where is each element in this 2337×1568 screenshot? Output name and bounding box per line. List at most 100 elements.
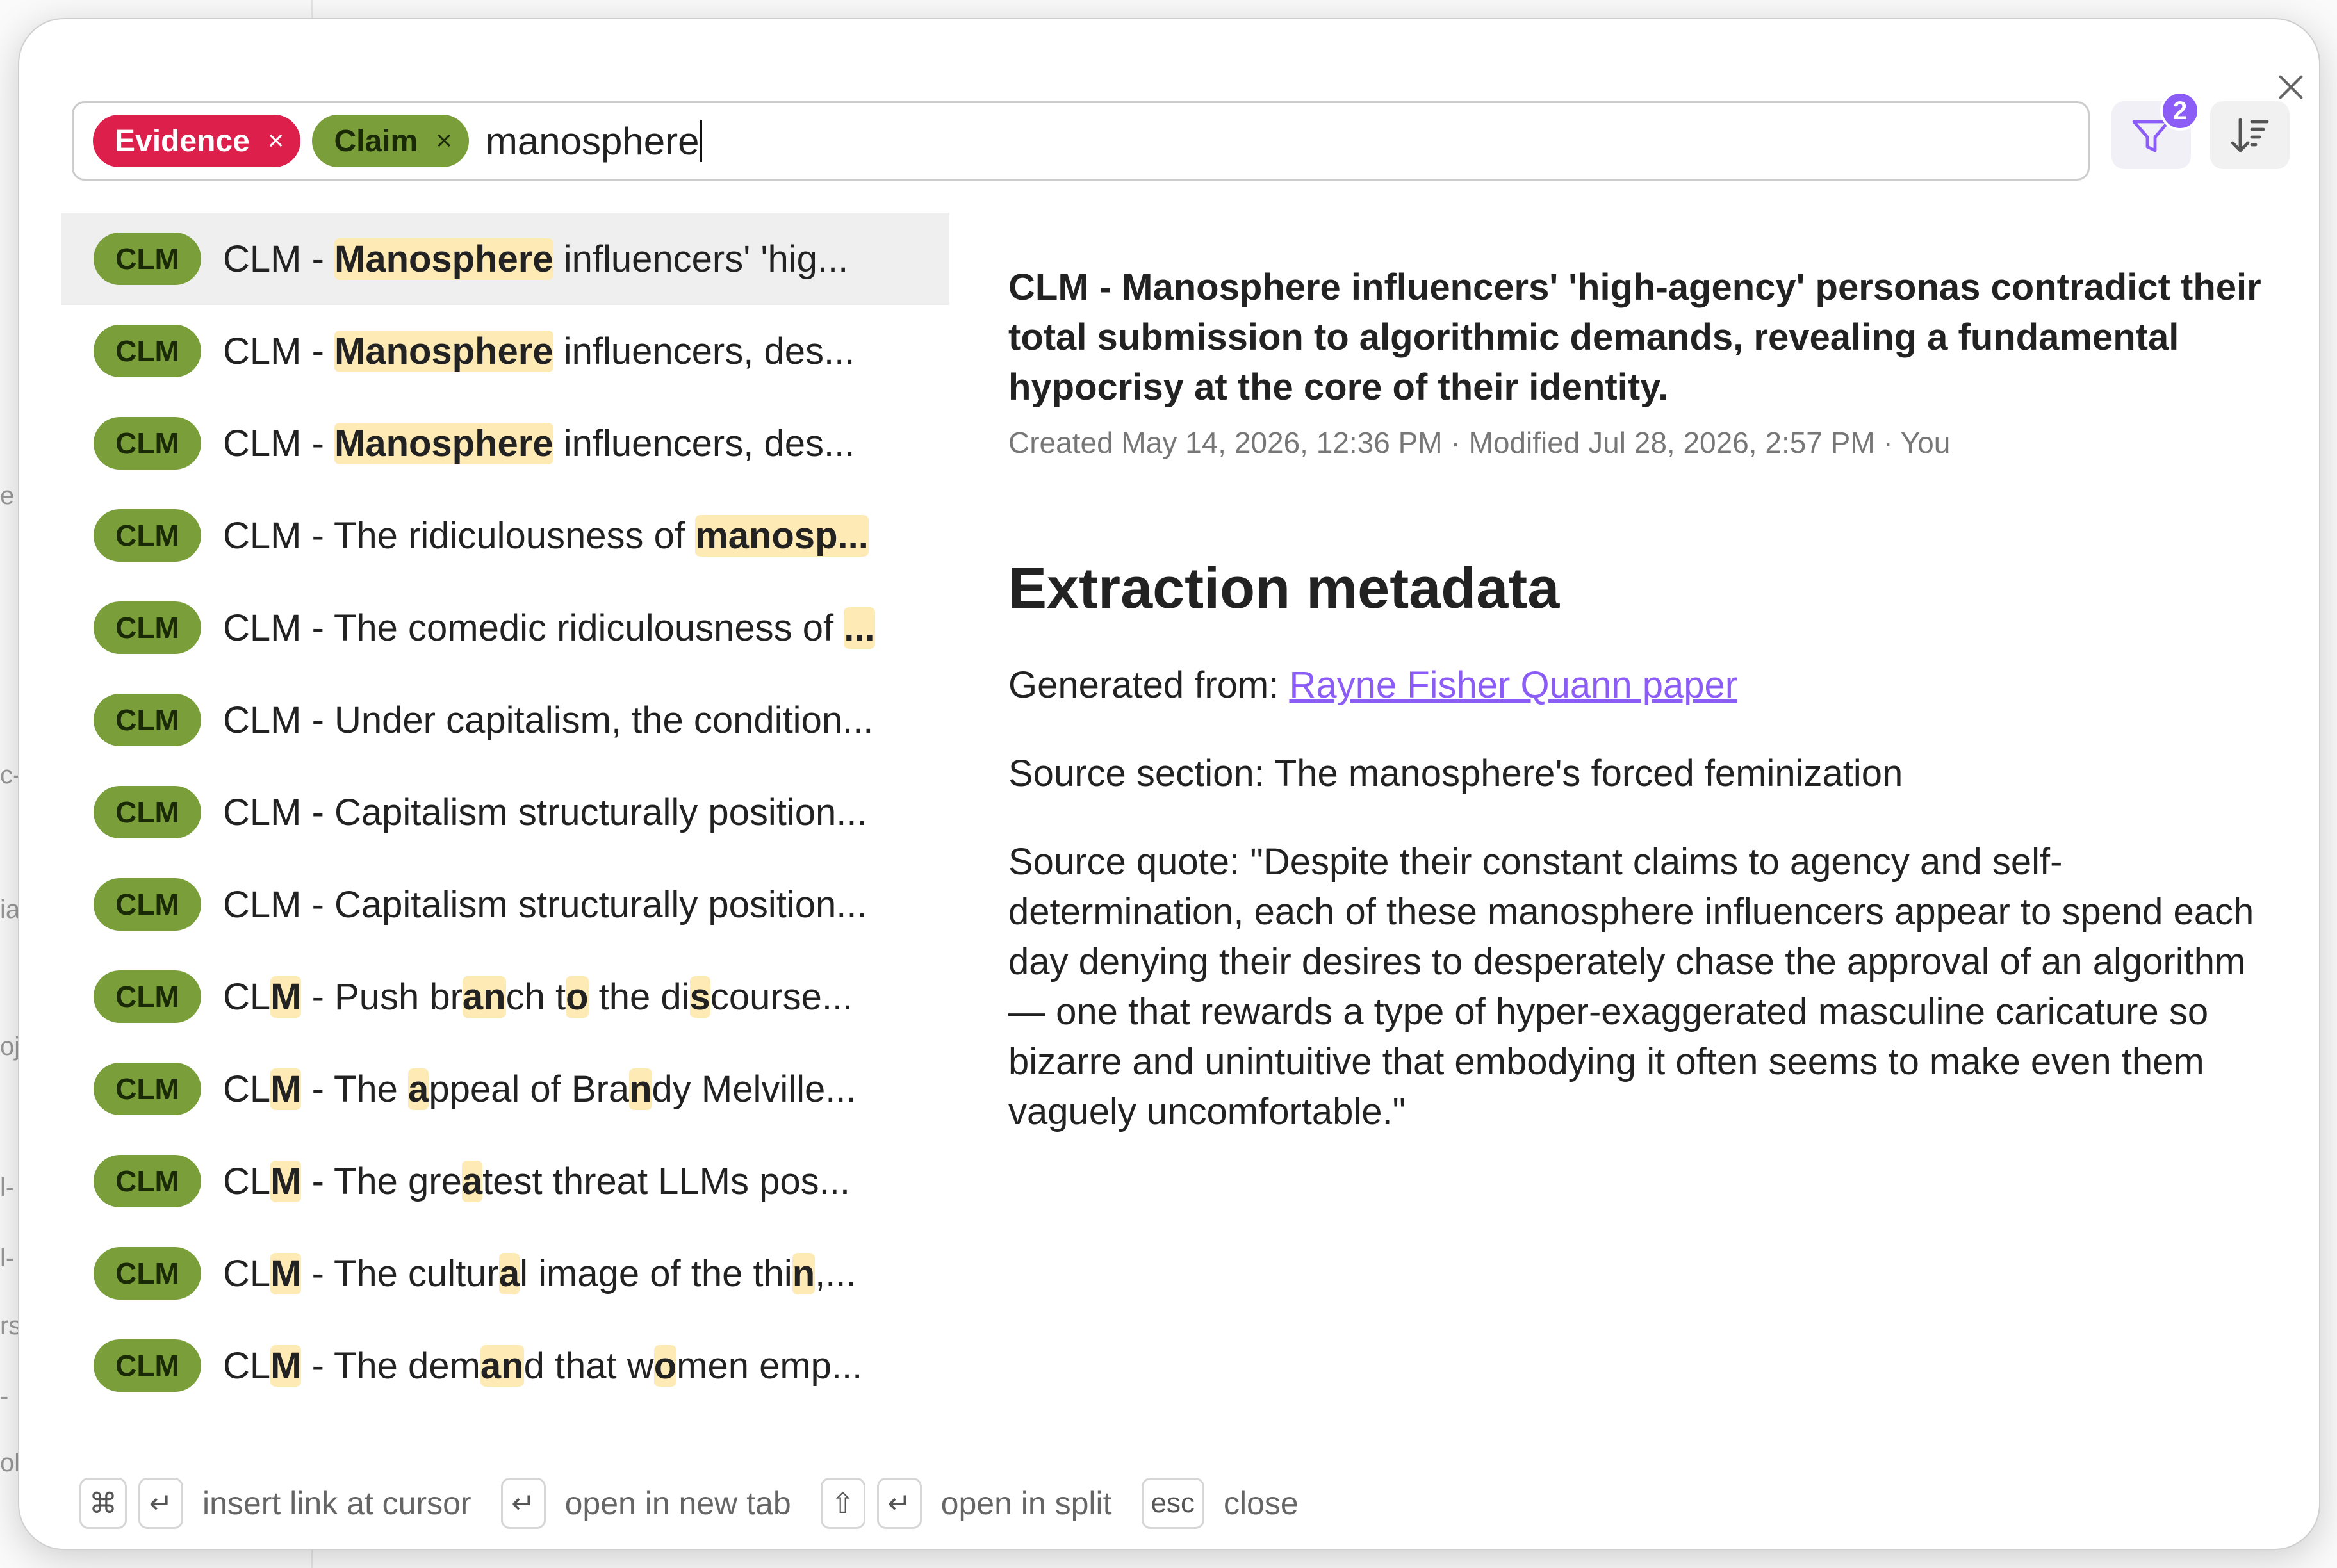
result-item[interactable]: CLM CLM - The comedic ridiculousness of .…: [62, 582, 949, 674]
claim-badge: CLM: [94, 601, 201, 654]
claim-badge: CLM: [94, 694, 201, 746]
sort-button[interactable]: [2210, 101, 2290, 169]
enter-key: ↵: [876, 1478, 922, 1529]
match-highlight: a: [461, 1160, 483, 1202]
results-list: CLM CLM - Manosphere influencers' 'hig...…: [62, 213, 949, 1468]
result-title-text: CL: [223, 1252, 271, 1294]
result-title-text: ch t: [505, 976, 566, 1018]
hint-open-split: open in split: [940, 1485, 1112, 1521]
result-title-text: CLM - The comedic ridiculousness of: [223, 607, 844, 649]
result-title-text: - The gre: [301, 1160, 462, 1202]
preview-source-quote: Source quote: "Despite their constant cl…: [1008, 841, 2254, 1132]
sort-icon: [2231, 118, 2269, 152]
match-highlight: M: [270, 976, 302, 1018]
result-item[interactable]: CLM CLM - Manosphere influencers, des...: [62, 397, 949, 489]
remove-filter-icon[interactable]: ×: [268, 125, 284, 157]
result-item[interactable]: CLM CLM - The demand that women emp...: [62, 1319, 949, 1412]
result-item[interactable]: CLM CLM - The ridiculousness of manosp...: [62, 489, 949, 582]
result-title: CLM - Push branch to the discourse...: [223, 976, 921, 1018]
result-title-text: CL: [223, 1344, 271, 1387]
filter-chip-claim: Claim ×: [312, 115, 469, 167]
background-fragment: l-: [0, 1244, 15, 1272]
keyboard-hints: ⌘ ↵ insert link at cursor ↵ open in new …: [79, 1474, 1328, 1532]
result-title-text: CL: [223, 1160, 271, 1202]
match-highlight: a: [408, 1068, 429, 1110]
result-item[interactable]: CLM CLM - Capitalism structurally positio…: [62, 858, 949, 951]
result-title: CLM - The cultural image of the thin,...: [223, 1252, 921, 1295]
close-icon: [2279, 75, 2303, 99]
result-title-text: d that w: [523, 1344, 654, 1387]
match-highlight: s: [689, 976, 710, 1018]
result-item[interactable]: CLM CLM - Manosphere influencers' 'hig...: [62, 213, 949, 305]
claim-badge: CLM: [94, 325, 201, 377]
result-title-text: dy Melville...: [652, 1068, 857, 1110]
match-highlight: an: [462, 976, 506, 1018]
generated-from-label: Generated from:: [1008, 664, 1290, 706]
claim-badge: CLM: [94, 417, 201, 470]
result-title: CLM - The greatest threat LLMs pos...: [223, 1160, 921, 1203]
match-highlight: n: [629, 1068, 652, 1110]
result-title-text: CL: [223, 1068, 271, 1110]
result-title-text: CLM -: [223, 330, 334, 372]
enter-key: ↵: [138, 1478, 183, 1529]
result-item[interactable]: CLM CLM - Capitalism structurally positio…: [62, 766, 949, 858]
esc-key: esc: [1141, 1478, 1204, 1529]
match-highlight: o: [566, 976, 589, 1018]
claim-badge: CLM: [94, 1063, 201, 1115]
preview-section-heading: Extraction metadata: [1008, 557, 1560, 621]
result-title-text: influencers' 'hig...: [553, 238, 849, 280]
result-title: CLM - Capitalism structurally position..…: [223, 791, 921, 834]
background-fragment: ia: [0, 895, 20, 924]
result-item[interactable]: CLM CLM - The greatest threat LLMs pos...: [62, 1135, 949, 1227]
result-title-text: CLM -: [223, 238, 334, 280]
preview-source-section: Source section: The manosphere's forced …: [1008, 753, 1903, 794]
match-highlight: M: [270, 1160, 302, 1202]
claim-badge: CLM: [94, 1155, 201, 1207]
remove-filter-icon[interactable]: ×: [436, 125, 452, 157]
result-item[interactable]: CLM CLM - Under capitalism, the condition…: [62, 674, 949, 766]
shift-key: ⇧: [820, 1478, 865, 1529]
claim-badge: CLM: [94, 1339, 201, 1392]
filter-count-badge: 2: [2160, 91, 2200, 131]
claim-badge: CLM: [94, 970, 201, 1023]
search-query[interactable]: manosphere: [486, 119, 700, 163]
match-highlight: an: [480, 1344, 524, 1387]
result-title-text: - The dem: [301, 1344, 480, 1387]
match-highlight: a: [498, 1252, 520, 1294]
filter-chip-evidence: Evidence ×: [93, 115, 301, 167]
search-input[interactable]: Evidence × Claim × manosphere: [72, 101, 2090, 181]
result-title: CLM - Capitalism structurally position..…: [223, 883, 921, 926]
hint-close: close: [1224, 1485, 1299, 1521]
result-item[interactable]: CLM CLM - The cultural image of the thin,…: [62, 1227, 949, 1319]
result-item[interactable]: CLM CLM - The appeal of Brandy Melville..…: [62, 1043, 949, 1135]
source-paper-link[interactable]: Rayne Fisher Quann paper: [1289, 664, 1737, 706]
result-title-text: course...: [710, 976, 853, 1018]
result-title-text: CLM - Capitalism structurally position..…: [223, 883, 867, 926]
match-highlight: M: [270, 1252, 302, 1294]
match-highlight: ...: [844, 607, 875, 649]
claim-badge: CLM: [94, 786, 201, 838]
preview-title: CLM - Manosphere influencers' 'high-agen…: [1008, 266, 2261, 408]
result-title-text: CLM - The ridiculousness of: [223, 514, 696, 557]
claim-badge: CLM: [94, 1247, 201, 1300]
result-title-text: - Push br: [301, 976, 463, 1018]
result-title-text: men emp...: [676, 1344, 863, 1387]
background-fragment: -: [0, 1382, 9, 1410]
result-title: CLM - The appeal of Brandy Melville...: [223, 1068, 921, 1111]
result-title-text: the di: [588, 976, 690, 1018]
result-title-text: influencers, des...: [553, 422, 855, 464]
result-title-text: l image of the thi: [520, 1252, 792, 1294]
result-title-text: ppeal of Bra: [429, 1068, 630, 1110]
result-title-text: - The cultur: [301, 1252, 499, 1294]
result-title: CLM - The demand that women emp...: [223, 1344, 921, 1387]
match-highlight: Manosphere: [334, 330, 554, 372]
result-title-text: CLM - Under capitalism, the condition...: [223, 699, 874, 741]
result-item[interactable]: CLM CLM - Push branch to the discourse...: [62, 951, 949, 1043]
background-fragment: e: [0, 482, 15, 510]
hint-insert-link: insert link at cursor: [202, 1485, 472, 1521]
filter-chip-label: Claim: [334, 124, 418, 158]
result-item[interactable]: CLM CLM - Manosphere influencers, des...: [62, 305, 949, 397]
claim-badge: CLM: [94, 509, 201, 562]
enter-key: ↵: [500, 1478, 546, 1529]
result-title: CLM - Under capitalism, the condition...: [223, 699, 921, 742]
